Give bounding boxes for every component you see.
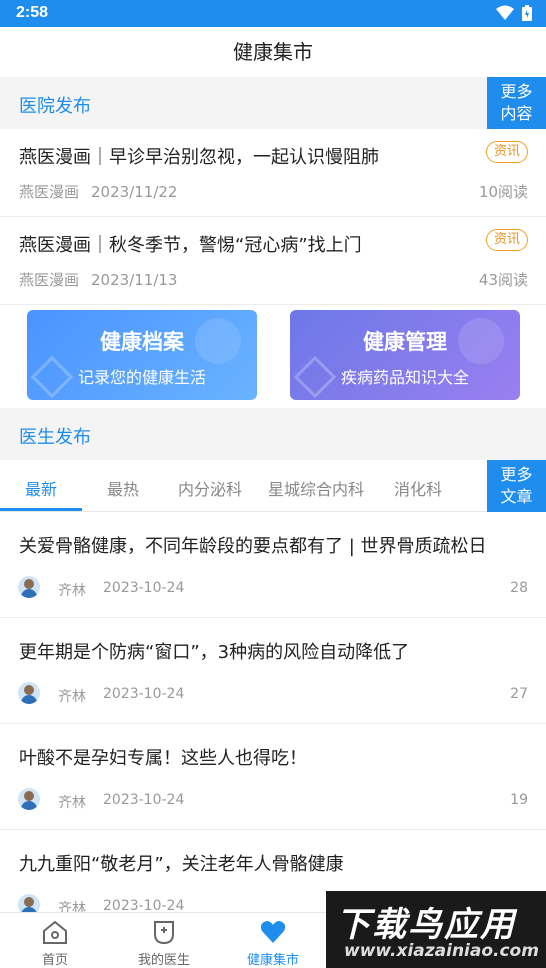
article-author: 齐林 [58,795,86,811]
news-item[interactable]: 燕医漫画｜早诊早治别忽视，一起认识慢阻肺 资讯 燕医漫画 2023/11/22 1… [0,129,546,217]
news-date: 2023/11/22 [91,183,178,201]
heart-icon [260,921,286,943]
health-management-card[interactable]: 健康管理 疾病药品知识大全 [290,310,520,400]
tab-general-internal[interactable]: 星城综合内科 [268,476,364,500]
news-item[interactable]: 燕医漫画｜秋冬季节，警惕“冠心病”找上门 资讯 燕医漫画 2023/11/13 4… [0,217,546,305]
news-tag: 资讯 [485,141,528,163]
tab-endocrinology[interactable]: 内分泌科 [178,476,242,500]
article-title: 关爱骨骼健康，不同年龄段的要点都有了 | 世界骨质疏松日 [19,536,487,557]
avatar [18,682,40,704]
tabbar-home[interactable]: 首页 [0,913,110,968]
news-title: 燕医漫画｜秋冬季节，警惕“冠心病”找上门 [19,235,362,256]
article-author: 齐林 [58,583,86,599]
wifi-icon [496,5,514,20]
battery-icon [522,5,532,21]
article-title: 更年期是个防病“窗口”，3种病的风险自动降低了 [19,642,410,663]
more-label-line2: 内容 [500,104,533,123]
article-item[interactable]: 关爱骨骼健康，不同年龄段的要点都有了 | 世界骨质疏松日 齐林 2023-10-… [0,512,546,618]
tab-gastroenterology[interactable]: 消化科 [394,476,442,500]
doctor-icon [154,921,174,945]
more-articles-button[interactable]: 更多 文章 [487,460,546,512]
article-date: 2023-10-24 [103,686,185,702]
news-meta: 燕医漫画 2023/11/13 [19,269,177,290]
news-source: 燕医漫画 [19,271,80,289]
article-item[interactable]: 更年期是个防病“窗口”，3种病的风险自动降低了 齐林 2023-10-24 27 [0,618,546,724]
more-label-line1: 更多 [500,465,533,484]
avatar [18,788,40,810]
health-records-card[interactable]: 健康档案 记录您的健康生活 [27,310,257,400]
article-count: 28 [510,580,528,596]
news-date: 2023/11/13 [91,271,178,289]
tab-indicator [0,508,82,511]
home-icon [43,920,67,944]
news-source: 燕医漫画 [19,183,80,201]
article-date: 2023-10-24 [103,792,185,808]
status-bar: 2:58 [0,0,546,27]
status-icons [496,5,532,21]
more-label-line2: 文章 [500,487,533,506]
doctor-section-header: 医生发布 [0,408,546,460]
watermark-logo: 下载鸟应用 www.xiazainiao.com [326,891,546,968]
watermark-url: www.xiazainiao.com [344,941,539,961]
article-item[interactable]: 叶酸不是孕妇专属！这些人也得吃！ 齐林 2023-10-24 19 [0,724,546,830]
page-title: 健康集市 [233,40,313,64]
card-title: 健康管理 [363,330,447,354]
more-content-button[interactable]: 更多 内容 [487,77,546,129]
tab-latest[interactable]: 最新 [25,476,57,500]
status-time: 2:58 [16,4,49,21]
tabbar-my-doctor[interactable]: 我的医生 [109,913,219,968]
tab-hot[interactable]: 最热 [107,476,139,500]
card-title: 健康档案 [100,330,184,354]
tabbar-health-market[interactable]: 健康集市 [218,913,328,968]
news-tag: 资讯 [485,229,528,251]
more-label-line1: 更多 [500,82,533,101]
article-author: 齐林 [58,689,86,705]
hospital-section-header: 医院发布 [0,77,546,129]
news-reads: 10阅读 [478,183,528,201]
tabbar-label: 健康集市 [246,953,299,968]
news-meta: 燕医漫画 2023/11/22 [19,181,177,202]
nav-bar: 健康集市 [0,27,546,77]
tabbar-label: 首页 [41,953,68,968]
news-reads: 43阅读 [478,271,528,289]
tabbar-label: 我的医生 [137,953,190,968]
article-title: 叶酸不是孕妇专属！这些人也得吃！ [19,748,307,769]
news-title: 燕医漫画｜早诊早治别忽视，一起认识慢阻肺 [19,147,379,168]
avatar [18,576,40,598]
watermark-title: 下载鸟应用 [336,905,516,945]
article-count: 19 [510,792,528,808]
doctor-section-title: 医生发布 [19,427,91,448]
article-date: 2023-10-24 [103,580,185,596]
card-subtitle: 疾病药品知识大全 [340,368,469,387]
hospital-section-title: 医院发布 [19,96,91,117]
card-subtitle: 记录您的健康生活 [77,368,206,387]
category-tabs: 最新 最热 内分泌科 星城综合内科 消化科 [0,460,546,512]
article-count: 27 [510,686,528,702]
article-title: 九九重阳“敬老月”，关注老年人骨骼健康 [19,854,344,875]
